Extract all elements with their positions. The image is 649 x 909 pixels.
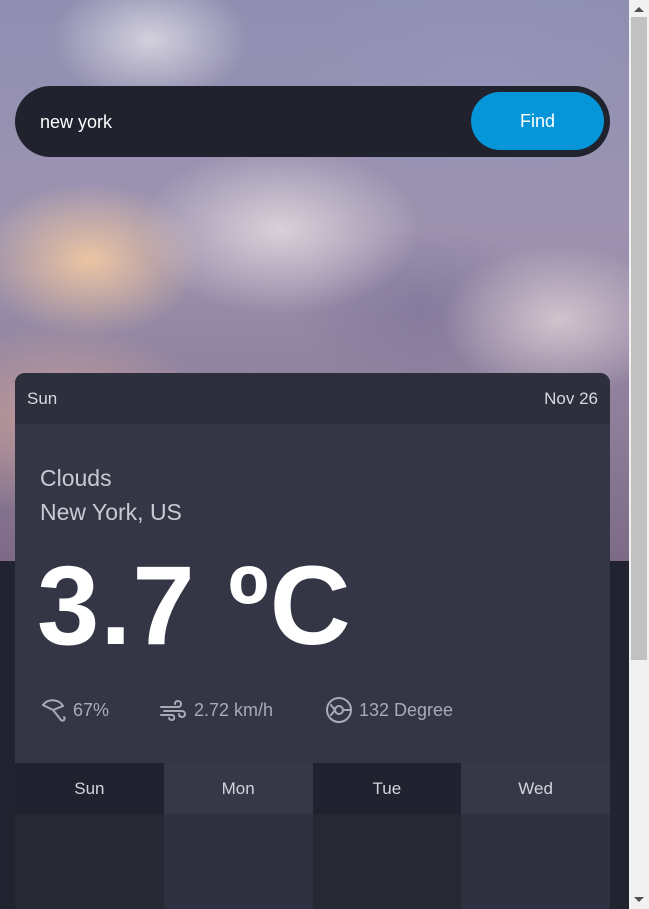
forecast-day-label: Mon <box>163 763 313 814</box>
weather-condition: Clouds <box>40 465 112 491</box>
wind-direction-value: 132 Degree <box>359 699 454 720</box>
scroll-down-arrow-icon[interactable] <box>634 897 644 902</box>
compass-icon <box>326 697 352 723</box>
wind-icon <box>160 699 186 722</box>
forecast-day-wed: Wed <box>461 763 610 909</box>
wind-stat: 2.72 km/h <box>158 696 273 724</box>
scrollbar-thumb[interactable] <box>631 17 647 660</box>
forecast-day-tue: Tue <box>312 763 462 909</box>
find-button[interactable]: Find <box>471 92 604 150</box>
forecast-day-mon: Mon <box>163 763 313 909</box>
humidity-value: 67% <box>73 699 110 720</box>
wind-speed-value: 2.72 km/h <box>194 699 274 720</box>
forecast-day-sun: Sun <box>15 763 164 909</box>
umbrella-icon <box>41 699 66 722</box>
page: Find Sun Nov 26 Clouds New York, US 3.7 … <box>0 0 629 909</box>
forecast-day-label: Sun <box>15 763 164 814</box>
current-date: Nov 26 <box>544 389 598 408</box>
search-input[interactable] <box>40 107 460 137</box>
forecast-day-label: Tue <box>312 763 462 814</box>
humidity-stat: 67% <box>39 696 109 724</box>
card-header: Sun Nov 26 <box>15 373 610 424</box>
forecast-strip: Sun Mon Tue Wed <box>15 763 610 909</box>
card-body: Clouds New York, US 3.7 ºC 67% 2.72 km/h <box>15 424 610 763</box>
temperature-value: 3.7 ºC <box>37 543 352 668</box>
current-day: Sun <box>27 389 58 408</box>
vertical-scrollbar[interactable] <box>629 0 649 909</box>
location-name: New York, US <box>40 499 182 525</box>
wind-direction-stat: 132 Degree <box>325 696 453 724</box>
search-bar: Find <box>15 86 610 157</box>
scroll-up-arrow-icon[interactable] <box>634 7 644 12</box>
forecast-day-label: Wed <box>461 763 610 814</box>
weather-card: Sun Nov 26 Clouds New York, US 3.7 ºC 67… <box>15 373 610 909</box>
